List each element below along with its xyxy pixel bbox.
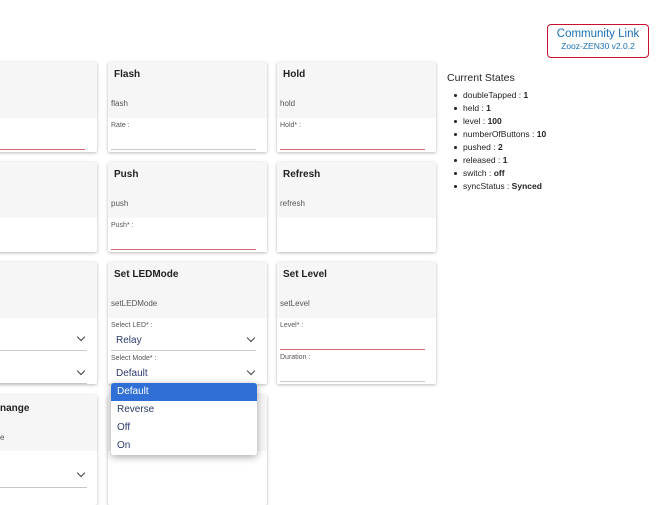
partial-input-underline[interactable] bbox=[0, 149, 85, 150]
chevron-down-icon[interactable] bbox=[246, 333, 256, 343]
state-item: switch : off bbox=[453, 167, 546, 180]
partial-card-row4: nange e bbox=[0, 395, 97, 505]
partial-card-row1 bbox=[0, 62, 97, 152]
current-states-list: doubleTapped : 1 held : 1 level : 100 nu… bbox=[453, 89, 547, 193]
partial-card-row2 bbox=[0, 162, 97, 252]
push-input[interactable] bbox=[111, 249, 256, 250]
select-led-label: Select LED* : bbox=[111, 322, 153, 329]
state-item: numberOfButtons : 10 bbox=[453, 129, 547, 139]
partial-select-underline bbox=[0, 383, 87, 384]
driver-version[interactable]: Zooz-ZEN30 v2.0.2 bbox=[548, 41, 648, 51]
hold-label: Hold* : bbox=[280, 122, 302, 129]
card-command: flash bbox=[111, 99, 128, 108]
partial-card-row3 bbox=[0, 262, 97, 384]
card-command: hold bbox=[280, 99, 296, 108]
rate-input[interactable] bbox=[111, 149, 256, 150]
push-card: Push push Push* : bbox=[108, 162, 267, 252]
level-label: Level* : bbox=[280, 322, 304, 329]
card-command: setLEDMode bbox=[111, 299, 158, 308]
state-item: doubleTapped : 1 bbox=[453, 89, 546, 102]
hold-card: Hold hold Hold* : bbox=[277, 62, 436, 152]
state-item: pushed : 2 bbox=[453, 141, 546, 154]
chevron-down-icon[interactable] bbox=[76, 366, 86, 376]
select-led-underline bbox=[111, 350, 256, 351]
rate-label: Rate : bbox=[111, 122, 130, 129]
card-header bbox=[0, 162, 97, 218]
partial-select-underline bbox=[0, 350, 87, 351]
level-input[interactable] bbox=[280, 349, 425, 350]
community-link[interactable]: Community Link bbox=[548, 28, 648, 40]
partial-select-underline bbox=[0, 487, 87, 488]
dropdown-option-off[interactable]: Off bbox=[111, 419, 257, 437]
card-header bbox=[0, 262, 97, 318]
card-title: Set LEDMode bbox=[114, 269, 179, 280]
dropdown-option-on[interactable]: On bbox=[111, 437, 257, 455]
card-command: setLevel bbox=[280, 299, 310, 308]
select-mode-dropdown[interactable]: Default bbox=[116, 368, 148, 379]
card-title: Push bbox=[114, 169, 139, 180]
chevron-down-icon[interactable] bbox=[76, 468, 86, 478]
community-link-box[interactable]: Community Link Zooz-ZEN30 v2.0.2 bbox=[547, 24, 649, 58]
dropdown-option-default[interactable]: Default bbox=[111, 383, 257, 401]
card-title: nange bbox=[0, 403, 30, 414]
state-item: held : 1 bbox=[453, 102, 546, 115]
card-command: push bbox=[111, 199, 129, 208]
select-led-dropdown[interactable]: Relay bbox=[116, 335, 142, 346]
card-command: refresh bbox=[280, 199, 305, 208]
state-item: level : 100 bbox=[453, 115, 546, 128]
card-title: Flash bbox=[114, 69, 141, 80]
duration-label: Duration : bbox=[280, 354, 311, 361]
hold-input[interactable] bbox=[280, 149, 425, 150]
card-title: Hold bbox=[283, 69, 306, 80]
card-header bbox=[0, 62, 97, 118]
flash-card: Flash flash Rate : bbox=[108, 62, 267, 152]
card-title: Set Level bbox=[283, 269, 327, 280]
set-ledmode-card: Set LEDMode setLEDMode Select LED* : Rel… bbox=[108, 262, 267, 384]
duration-input[interactable] bbox=[280, 381, 425, 382]
chevron-down-icon[interactable] bbox=[76, 332, 86, 342]
refresh-card: Refresh refresh bbox=[277, 162, 436, 252]
current-states-title: Current States bbox=[447, 72, 515, 84]
state-item: released : 1 bbox=[453, 154, 546, 167]
mode-dropdown-menu[interactable]: Default Reverse Off On bbox=[111, 383, 257, 455]
card-command: e bbox=[0, 433, 5, 442]
card-title: Refresh bbox=[283, 169, 321, 180]
set-level-card: Set Level setLevel Level* : Duration : bbox=[277, 262, 436, 384]
state-item: syncStatus : Synced bbox=[453, 180, 546, 193]
dropdown-option-reverse[interactable]: Reverse bbox=[111, 401, 257, 419]
push-label: Push* : bbox=[111, 222, 134, 229]
select-mode-label: Select Mode* : bbox=[111, 355, 157, 362]
chevron-down-icon[interactable] bbox=[246, 366, 256, 376]
